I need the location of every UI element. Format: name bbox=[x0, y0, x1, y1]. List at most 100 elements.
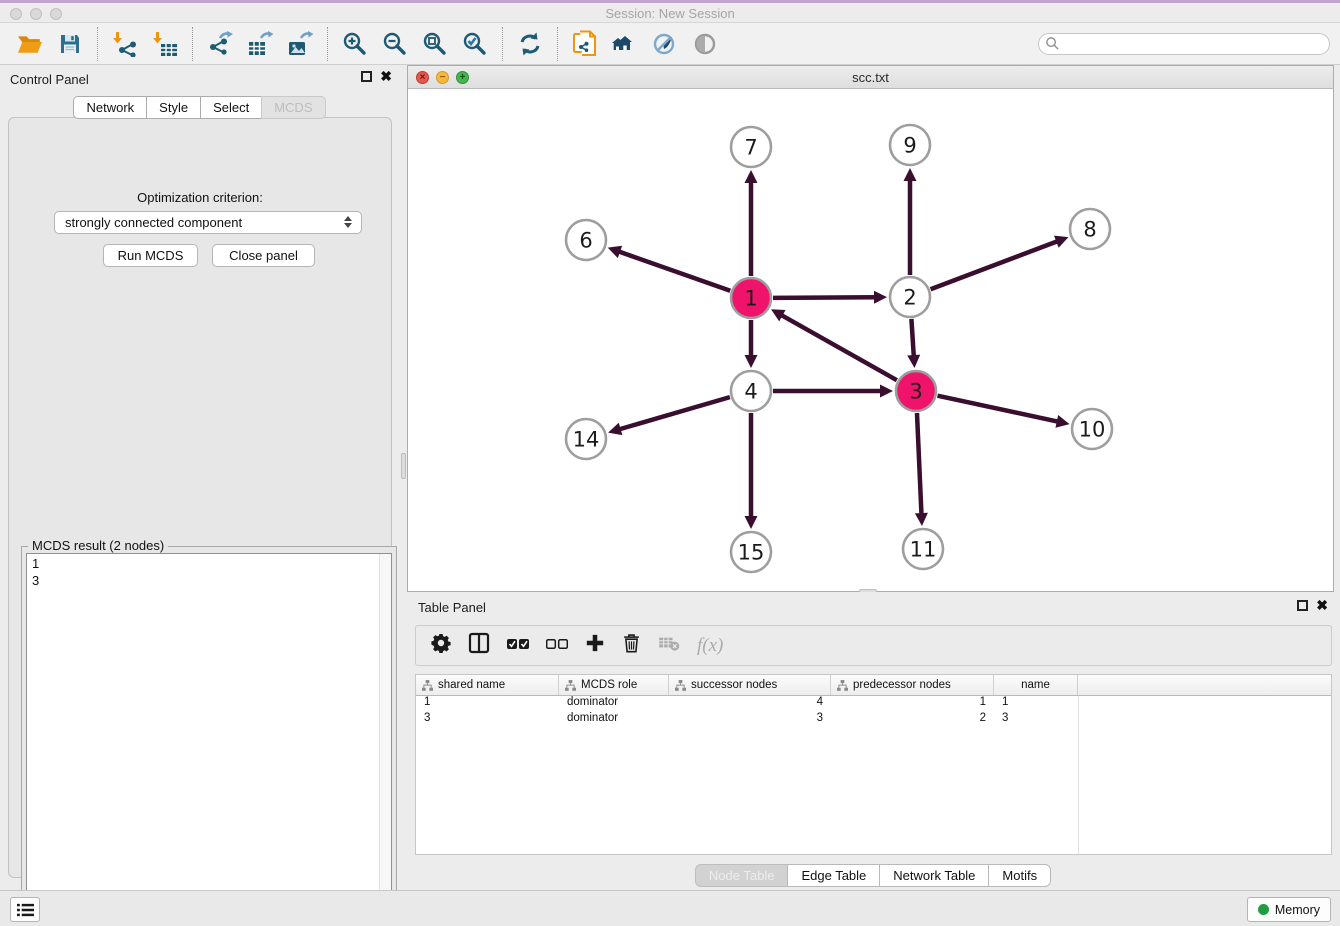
column-layout-icon[interactable] bbox=[468, 632, 490, 659]
column-header-MCDS-role[interactable]: MCDS role bbox=[559, 675, 669, 695]
graph-edge-2-8[interactable] bbox=[931, 241, 1059, 289]
run-mcds-button[interactable]: Run MCDS bbox=[103, 244, 198, 267]
close-panel-icon[interactable]: ✖ bbox=[380, 71, 392, 82]
home-layout-icon[interactable] bbox=[609, 28, 641, 60]
graph-edge-3-1[interactable] bbox=[781, 315, 897, 381]
search-icon bbox=[1045, 36, 1060, 51]
titlebar: Session: New Session bbox=[0, 0, 1340, 23]
refresh-view-icon[interactable] bbox=[514, 28, 546, 60]
graph-edge-3-11[interactable] bbox=[917, 413, 922, 515]
network-file-title: scc.txt bbox=[408, 70, 1333, 85]
import-table-icon[interactable] bbox=[149, 28, 181, 60]
export-table-icon[interactable] bbox=[244, 28, 276, 60]
cell-predecessor-nodes: 1 bbox=[831, 696, 994, 712]
graph-node-11[interactable]: 11 bbox=[903, 529, 943, 569]
control-panel-title: Control Panel bbox=[10, 72, 89, 87]
zoom-fit-icon[interactable] bbox=[419, 28, 451, 60]
graph-node-3[interactable]: 3 bbox=[896, 371, 936, 411]
float-table-panel-icon[interactable] bbox=[1297, 600, 1308, 611]
graph-edge-1-6[interactable] bbox=[618, 251, 730, 290]
status-bar: Memory bbox=[0, 890, 1340, 926]
toolbar-separator bbox=[502, 27, 503, 61]
graph-node-14[interactable]: 14 bbox=[566, 419, 606, 459]
tab-motifs[interactable]: Motifs bbox=[988, 864, 1051, 887]
criterion-value: strongly connected component bbox=[65, 215, 242, 230]
graph-node-7[interactable]: 7 bbox=[731, 127, 771, 167]
mcds-result-group: MCDS result (2 nodes) 13 bbox=[21, 546, 397, 926]
graph-edge-2-3[interactable] bbox=[911, 319, 913, 357]
zoom-out-icon[interactable] bbox=[379, 28, 411, 60]
network-view-window: × − + scc.txt 7 9 6 8 1 2 4 3 14 10 15 11 bbox=[407, 65, 1334, 592]
table-row[interactable]: 3dominator323 bbox=[416, 712, 1331, 728]
zoom-in-icon[interactable] bbox=[339, 28, 371, 60]
export-image-icon[interactable] bbox=[284, 28, 316, 60]
graph-node-2[interactable]: 2 bbox=[890, 277, 930, 317]
graph-node-1[interactable]: 1 bbox=[731, 278, 771, 318]
table-row[interactable]: 1dominator411 bbox=[416, 696, 1331, 712]
graph-edge-1-2[interactable] bbox=[773, 297, 876, 298]
clear-all-checkboxes-icon[interactable] bbox=[546, 637, 568, 655]
graph-edge-3-10[interactable] bbox=[938, 396, 1059, 422]
svg-text:15: 15 bbox=[738, 541, 765, 565]
network-graph-canvas[interactable]: 7 9 6 8 1 2 4 3 14 10 15 11 bbox=[408, 89, 1333, 591]
search-input[interactable] bbox=[1060, 35, 1329, 53]
export-network-icon[interactable] bbox=[204, 28, 236, 60]
clone-network-icon[interactable] bbox=[569, 28, 601, 60]
column-header-shared-name[interactable]: shared name bbox=[416, 675, 559, 695]
vertical-splitter[interactable] bbox=[400, 65, 407, 890]
float-panel-icon[interactable] bbox=[361, 71, 372, 82]
result-scrollbar[interactable] bbox=[379, 554, 391, 923]
add-column-icon[interactable] bbox=[585, 633, 605, 658]
column-header-successor-nodes[interactable]: successor nodes bbox=[669, 675, 831, 695]
edge-arrowhead bbox=[874, 291, 887, 304]
import-network-icon[interactable] bbox=[109, 28, 141, 60]
settings-gear-icon[interactable] bbox=[431, 633, 451, 658]
result-line: 1 bbox=[27, 555, 391, 572]
graph-node-6[interactable]: 6 bbox=[566, 220, 606, 260]
svg-text:14: 14 bbox=[573, 428, 600, 452]
network-window-titlebar: × − + scc.txt bbox=[408, 66, 1333, 89]
tab-mcds[interactable]: MCDS bbox=[261, 96, 325, 119]
zoom-selected-icon[interactable] bbox=[459, 28, 491, 60]
graph-node-10[interactable]: 10 bbox=[1072, 409, 1112, 449]
edge-arrowhead bbox=[745, 355, 758, 368]
graph-node-9[interactable]: 9 bbox=[890, 125, 930, 165]
svg-text:9: 9 bbox=[903, 134, 916, 158]
select-all-checkboxes-icon[interactable] bbox=[507, 637, 529, 655]
memory-status-icon bbox=[1258, 904, 1269, 915]
edge-arrowhead bbox=[745, 170, 758, 183]
graph-node-15[interactable]: 15 bbox=[731, 532, 771, 572]
control-panel-tabs: NetworkStyleSelectMCDS bbox=[0, 96, 400, 119]
column-header-name[interactable]: name bbox=[994, 675, 1078, 695]
edge-arrowhead bbox=[608, 246, 622, 258]
node-table[interactable]: shared nameMCDS rolesuccessor nodesprede… bbox=[415, 674, 1332, 855]
show-graphics-details-icon[interactable] bbox=[689, 28, 721, 60]
open-session-icon[interactable] bbox=[14, 28, 46, 60]
search-field[interactable] bbox=[1038, 33, 1330, 55]
mcds-result-text[interactable]: 13 bbox=[26, 553, 392, 924]
tab-network-table[interactable]: Network Table bbox=[879, 864, 989, 887]
tab-select[interactable]: Select bbox=[200, 96, 262, 119]
close-panel-button[interactable]: Close panel bbox=[212, 244, 315, 267]
close-table-panel-icon[interactable]: ✖ bbox=[1316, 600, 1328, 611]
memory-button[interactable]: Memory bbox=[1247, 897, 1331, 922]
splitter-grip[interactable] bbox=[401, 453, 406, 479]
edge-arrowhead bbox=[608, 423, 622, 435]
cell-successor-nodes: 4 bbox=[669, 696, 831, 712]
tab-style[interactable]: Style bbox=[146, 96, 201, 119]
criterion-select[interactable]: strongly connected component bbox=[54, 211, 362, 234]
delete-column-icon[interactable] bbox=[622, 633, 641, 659]
graph-edge-4-14[interactable] bbox=[619, 397, 730, 429]
column-header-predecessor-nodes[interactable]: predecessor nodes bbox=[831, 675, 994, 695]
save-session-icon[interactable] bbox=[54, 28, 86, 60]
table-panel-title: Table Panel bbox=[418, 600, 486, 615]
tab-node-table[interactable]: Node Table bbox=[695, 864, 789, 887]
svg-text:10: 10 bbox=[1079, 418, 1106, 442]
graph-node-8[interactable]: 8 bbox=[1070, 209, 1110, 249]
task-history-button[interactable] bbox=[10, 897, 40, 922]
tab-edge-table[interactable]: Edge Table bbox=[787, 864, 880, 887]
graph-node-4[interactable]: 4 bbox=[731, 371, 771, 411]
hide-graphics-details-icon[interactable] bbox=[649, 28, 681, 60]
memory-label: Memory bbox=[1275, 903, 1320, 917]
tab-network[interactable]: Network bbox=[73, 96, 147, 119]
